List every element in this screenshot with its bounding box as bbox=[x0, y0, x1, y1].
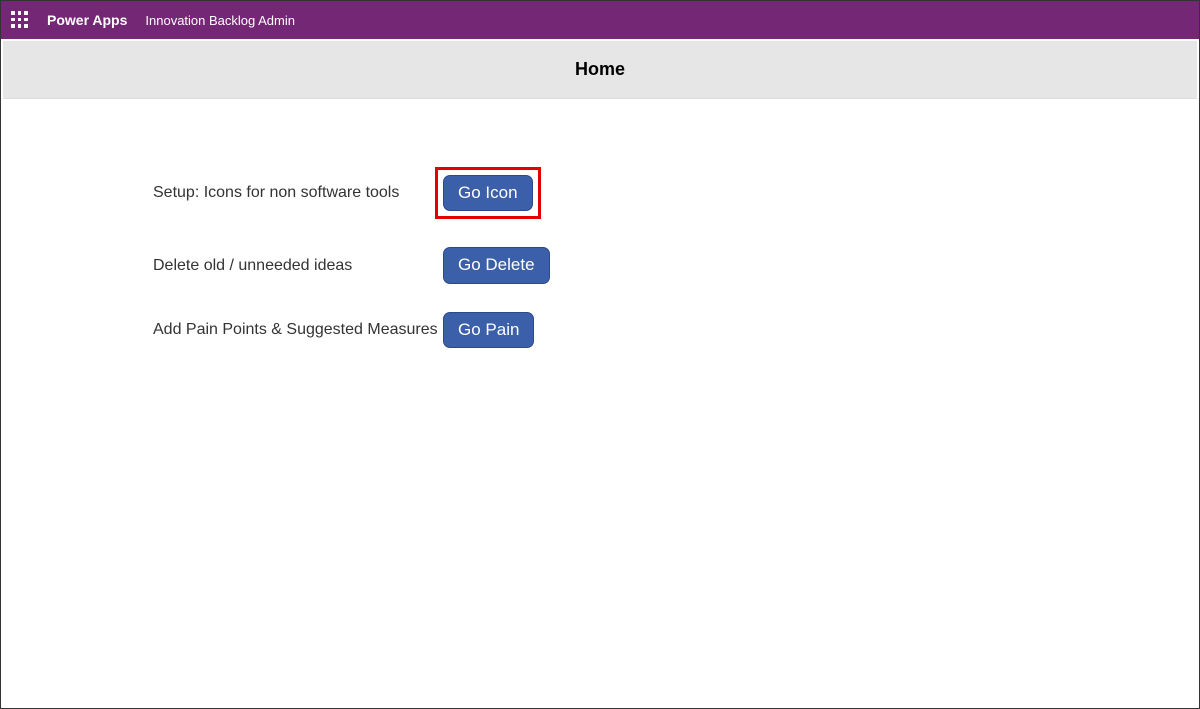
row-label-pain-points: Add Pain Points & Suggested Measures bbox=[153, 321, 443, 339]
canvas-area: Home Setup: Icons for non software tools… bbox=[3, 41, 1197, 706]
row-pain-points: Add Pain Points & Suggested Measures Go … bbox=[153, 312, 1197, 348]
go-pain-button[interactable]: Go Pain bbox=[443, 312, 534, 348]
row-delete-ideas: Delete old / unneeded ideas Go Delete bbox=[153, 247, 1197, 283]
row-setup-icons: Setup: Icons for non software tools Go I… bbox=[153, 167, 1197, 219]
highlight-box: Go Icon bbox=[435, 167, 541, 219]
app-top-bar: Power Apps Innovation Backlog Admin bbox=[1, 1, 1199, 39]
go-icon-button[interactable]: Go Icon bbox=[443, 175, 533, 211]
row-label-setup-icons: Setup: Icons for non software tools bbox=[153, 184, 443, 202]
app-name-label: Innovation Backlog Admin bbox=[145, 13, 295, 28]
page-header: Home bbox=[3, 41, 1197, 99]
page-title: Home bbox=[575, 59, 625, 80]
waffle-icon[interactable] bbox=[11, 11, 29, 29]
brand-label: Power Apps bbox=[47, 12, 127, 28]
go-delete-button[interactable]: Go Delete bbox=[443, 247, 550, 283]
row-label-delete-ideas: Delete old / unneeded ideas bbox=[153, 257, 443, 275]
content-area: Setup: Icons for non software tools Go I… bbox=[3, 99, 1197, 348]
